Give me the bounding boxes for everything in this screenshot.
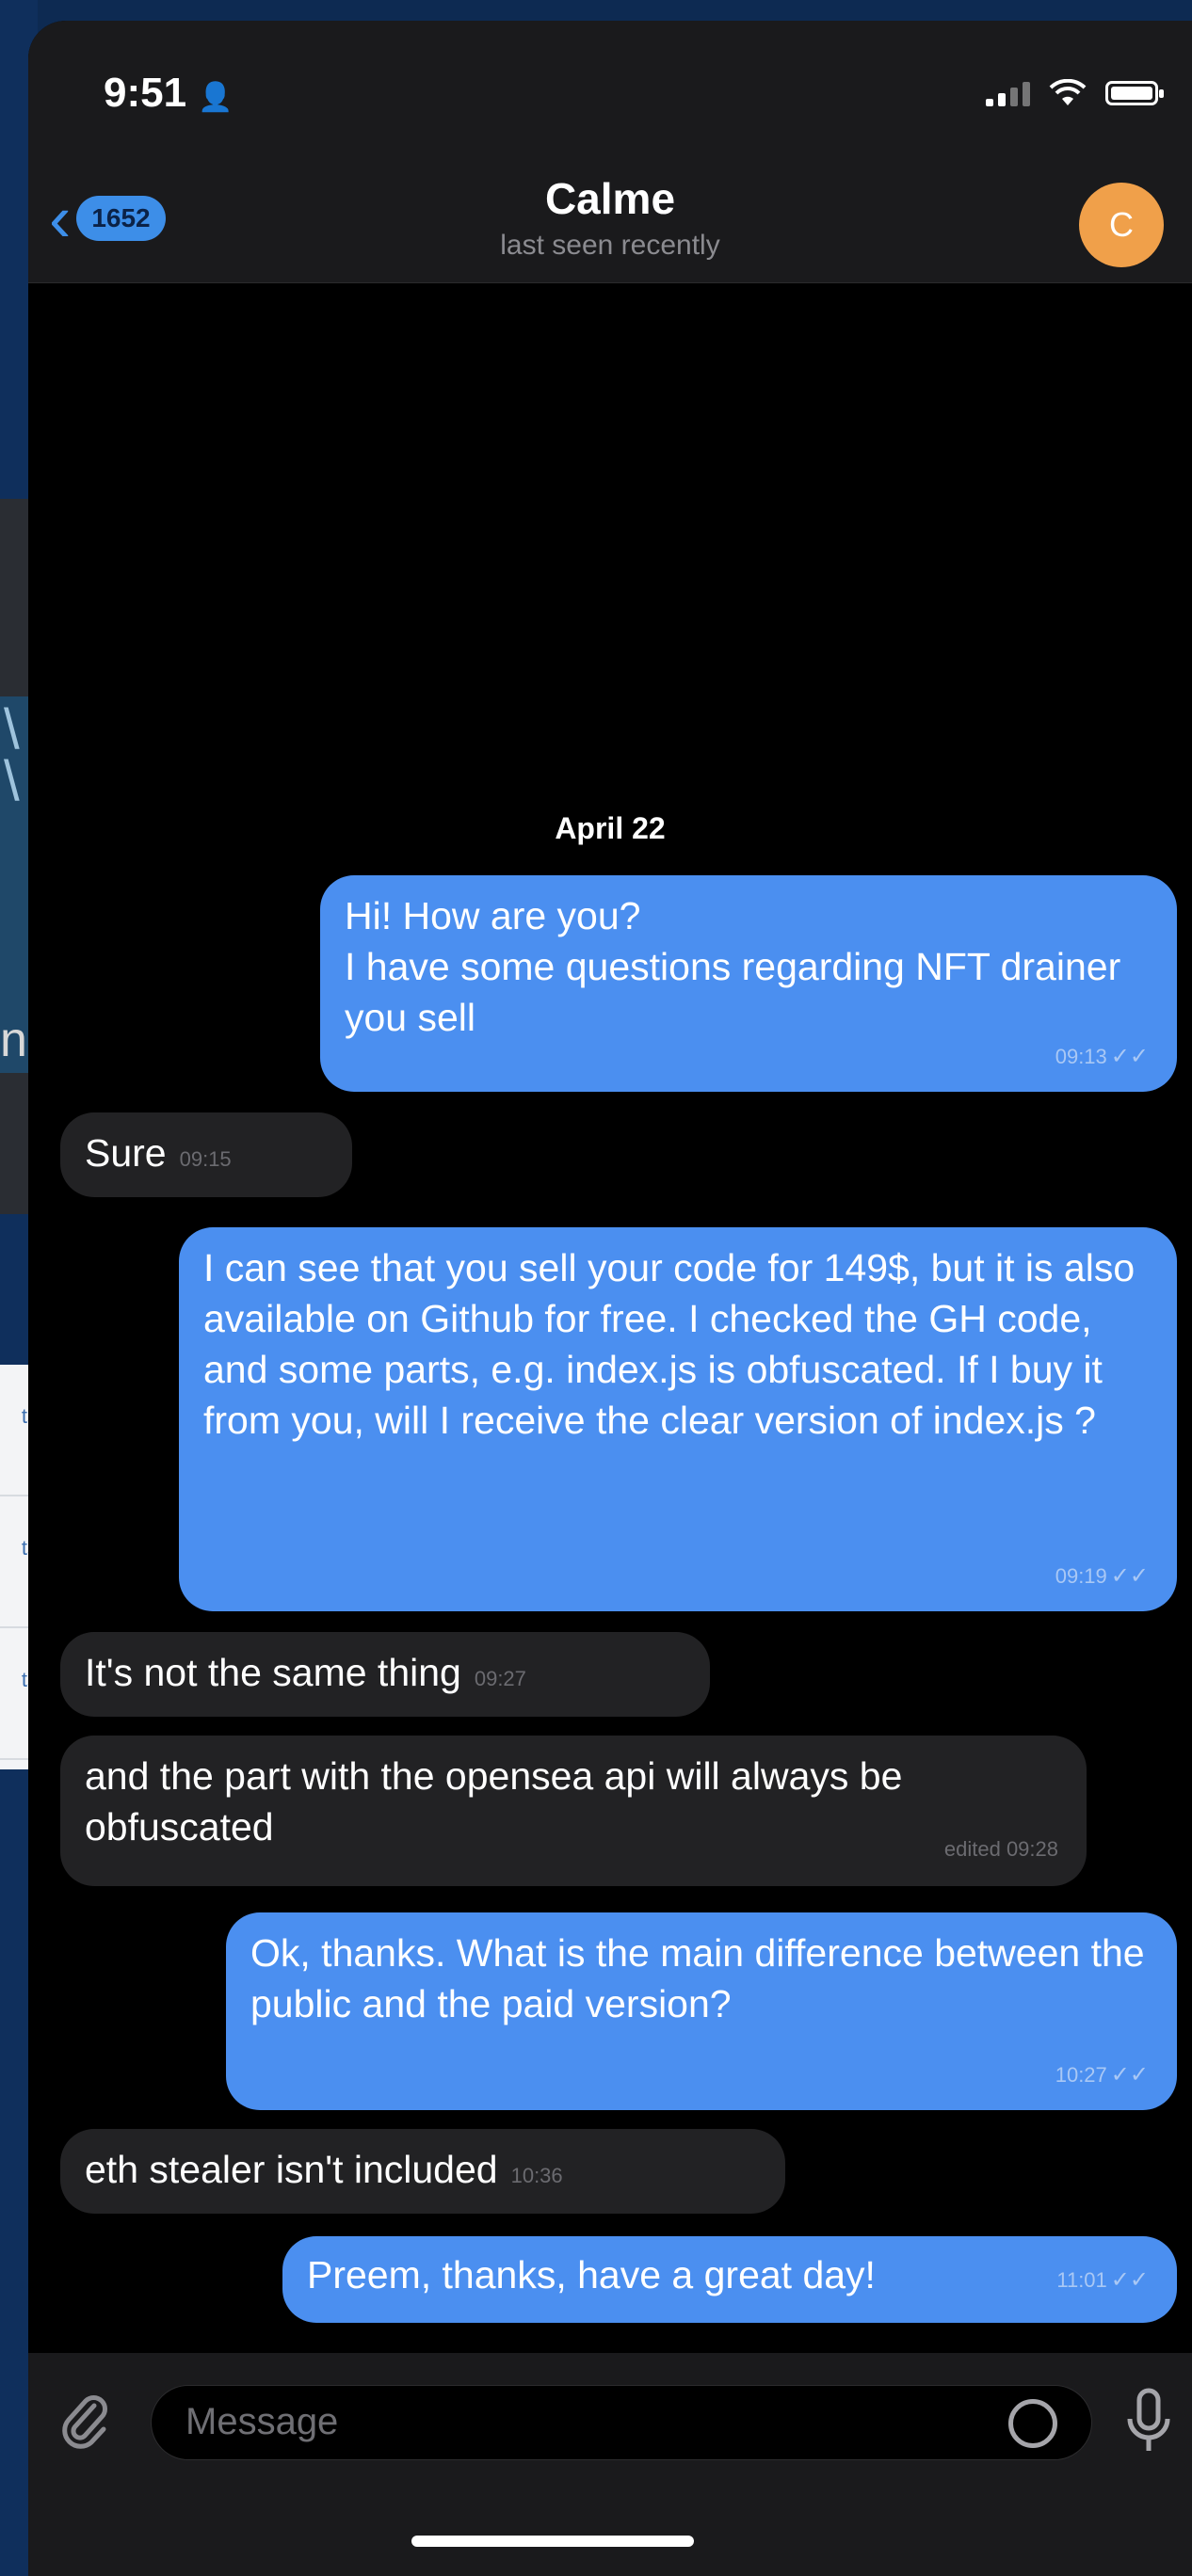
home-indicator xyxy=(411,2536,694,2547)
message-text: Sure xyxy=(85,1131,167,1175)
date-separator: April 22 xyxy=(555,811,666,845)
microphone-icon[interactable] xyxy=(1120,2385,1177,2460)
message-time: 09:27 xyxy=(474,1667,526,1690)
message-time: 11:01 ✓✓ xyxy=(1056,2255,1149,2306)
message-time: 10:36 xyxy=(510,2164,563,2187)
message-time-text: 11:01 xyxy=(1056,2268,1107,2292)
read-check-icon: ✓✓ xyxy=(1110,2267,1149,2293)
message-text: Hi! How are you? I have some questions r… xyxy=(345,894,1121,1039)
message-text: Ok, thanks. What is the main difference … xyxy=(250,1931,1145,2025)
message-input-placeholder: Message xyxy=(185,2401,339,2442)
chat-subtitle: last seen recently xyxy=(500,230,720,261)
signal-icon xyxy=(986,80,1030,106)
message-time-text: 10:27 xyxy=(1055,2063,1107,2087)
message-time: 10:27 ✓✓ xyxy=(1055,2050,1149,2101)
message-time: 09:13 ✓✓ xyxy=(1055,1032,1149,1082)
message-bubble-incoming[interactable]: and the part with the opensea api will a… xyxy=(60,1736,1087,1886)
message-time: 09:19 ✓✓ xyxy=(1055,1551,1149,1602)
message-text: It's not the same thing xyxy=(85,1651,461,1694)
status-time: 9:51 👤 xyxy=(104,70,234,117)
person-icon: 👤 xyxy=(198,82,234,113)
status-time-text: 9:51 xyxy=(104,70,187,116)
message-bubble-incoming[interactable]: It's not the same thing 09:27 xyxy=(60,1632,710,1717)
sticker-icon[interactable] xyxy=(1008,2399,1057,2448)
read-check-icon: ✓✓ xyxy=(1110,2062,1149,2088)
read-check-icon: ✓✓ xyxy=(1110,1563,1149,1589)
message-text: Preem, thanks, have a great day! xyxy=(307,2253,876,2296)
message-text: I can see that you sell your code for 14… xyxy=(203,1246,1136,1442)
message-bubble-outgoing[interactable]: Ok, thanks. What is the main difference … xyxy=(226,1912,1177,2110)
read-check-icon: ✓✓ xyxy=(1110,1044,1149,1069)
background-letter: n xyxy=(0,1013,27,1067)
message-bubble-outgoing[interactable]: I can see that you sell your code for 14… xyxy=(179,1227,1177,1611)
message-time-text: 09:13 xyxy=(1055,1045,1107,1068)
message-text: and the part with the opensea api will a… xyxy=(85,1754,903,1848)
message-bubble-incoming[interactable]: Sure 09:15 xyxy=(60,1112,352,1197)
message-text: eth stealer isn't included xyxy=(85,2148,498,2191)
wifi-icon xyxy=(1049,79,1087,105)
message-bubble-outgoing[interactable]: Hi! How are you? I have some questions r… xyxy=(320,875,1177,1092)
phone-screen: 9:51 👤 ‹ 1652 Calme last seen recently C… xyxy=(28,21,1192,2576)
message-input[interactable]: Message xyxy=(151,2385,1092,2460)
message-bubble-outgoing[interactable]: Preem, thanks, have a great day! 11:01 ✓✓ xyxy=(282,2236,1177,2323)
message-time-text: 09:19 xyxy=(1055,1564,1107,1588)
background-glyph: \ xyxy=(4,749,20,812)
battery-icon xyxy=(1105,81,1164,105)
avatar[interactable]: C xyxy=(1079,183,1164,267)
status-icons xyxy=(986,79,1164,107)
chat-header: 9:51 👤 ‹ 1652 Calme last seen recently C xyxy=(28,21,1192,283)
message-time: edited 09:28 xyxy=(943,1837,1058,1861)
chat-title[interactable]: Calme xyxy=(28,173,1192,224)
message-time: 09:15 xyxy=(179,1147,232,1171)
message-bubble-incoming[interactable]: eth stealer isn't included 10:36 xyxy=(60,2129,785,2214)
paperclip-icon[interactable] xyxy=(60,2391,109,2451)
